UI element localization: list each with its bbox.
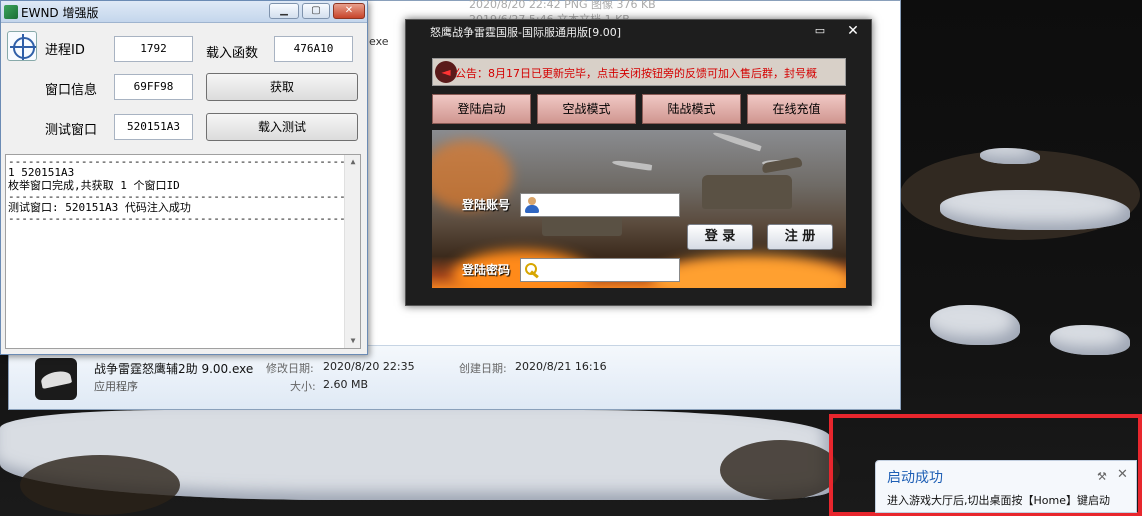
login-button[interactable]: 登 录 bbox=[687, 224, 753, 250]
created-value: 2020/8/21 16:16 bbox=[515, 360, 607, 373]
jet-shape bbox=[712, 130, 762, 152]
notice-text: 公告：8月17日已更新完毕，点击关闭按钮旁的反馈可加入售后群，封号概 bbox=[455, 67, 817, 80]
minimize-button[interactable]: ▁ bbox=[269, 3, 299, 19]
register-button[interactable]: 注 册 bbox=[767, 224, 833, 250]
log-separator: ----------------------------------------… bbox=[8, 214, 346, 223]
modified-label: 修改日期: bbox=[266, 362, 314, 375]
password-label: 登陆密码 bbox=[462, 263, 511, 277]
toast-close-icon[interactable]: ✕ bbox=[1117, 467, 1128, 482]
log-separator: ----------------------------------------… bbox=[8, 192, 346, 201]
file-row-fragment[interactable]: exe bbox=[369, 35, 389, 48]
toast-message: 进入游戏大厅后,切出桌面按【Home】键启动 bbox=[887, 494, 1110, 507]
user-icon bbox=[524, 197, 540, 213]
ewnd-title: EWND 增强版 bbox=[21, 6, 99, 20]
process-id-field[interactable]: 1792 bbox=[114, 36, 193, 62]
load-test-button[interactable]: 载入测试 bbox=[206, 113, 358, 141]
scroll-down-icon[interactable]: ▼ bbox=[345, 334, 360, 348]
crosshair-finder-icon[interactable] bbox=[7, 31, 37, 61]
window-info-label: 窗口信息 bbox=[45, 83, 98, 98]
ewnd-logo-icon bbox=[4, 5, 18, 19]
ice-floe bbox=[940, 190, 1130, 230]
log-scrollbar[interactable]: ▲ ▼ bbox=[344, 155, 360, 348]
notice-bar: ◄ 公告：8月17日已更新完毕，点击关闭按钮旁的反馈可加入售后群，封号概 bbox=[432, 58, 846, 86]
details-file-name: 战争雷霆怒鹰辅2助 9.00.exe bbox=[94, 362, 254, 376]
scroll-up-icon[interactable]: ▲ bbox=[345, 155, 360, 169]
ewnd-window: EWND 增强版 ▁ ▢ ✕ 进程ID 1792 载入函数 476A10 窗口信… bbox=[0, 0, 368, 355]
key-icon bbox=[524, 262, 540, 278]
jet-shape bbox=[611, 159, 653, 171]
feedback-chat-icon[interactable]: ▭ bbox=[810, 22, 830, 40]
toast-title: 启动成功 bbox=[887, 470, 943, 486]
eagle-app-icon bbox=[35, 358, 77, 400]
log-line: 枚举窗口完成,共获取 1 个窗口ID bbox=[8, 179, 180, 192]
load-func-label: 载入函数 bbox=[206, 46, 259, 61]
process-id-label: 进程ID bbox=[45, 43, 85, 58]
ice-floe bbox=[930, 305, 1020, 345]
megaphone-icon: ◄ bbox=[435, 61, 457, 83]
log-separator: ----------------------------------------… bbox=[8, 157, 346, 166]
ice-floe bbox=[980, 148, 1040, 164]
log-line: 测试窗口: 520151A3 代码注入成功 bbox=[8, 201, 191, 214]
created-label: 创建日期: bbox=[459, 362, 507, 375]
tank-shape bbox=[702, 175, 792, 209]
ground-mode-button[interactable]: 陆战模式 bbox=[642, 94, 741, 124]
tank-gun-shape bbox=[761, 156, 803, 174]
password-input[interactable] bbox=[520, 258, 680, 282]
maximize-button[interactable]: ▢ bbox=[302, 3, 330, 19]
size-value: 2.60 MB bbox=[323, 378, 369, 391]
rock-shape bbox=[20, 455, 180, 515]
details-file-type: 应用程序 bbox=[94, 380, 138, 393]
launcher-close-icon[interactable]: ✕ bbox=[843, 22, 863, 40]
close-button[interactable]: ✕ bbox=[333, 3, 365, 19]
launcher-title: 怒鹰战争雷霆国服-国际服通用版[9.00] bbox=[430, 26, 622, 39]
log-line: 1 520151A3 bbox=[8, 166, 75, 179]
login-start-button[interactable]: 登陆启动 bbox=[432, 94, 531, 124]
account-label: 登陆账号 bbox=[462, 198, 511, 212]
game-launcher-window: 怒鹰战争雷霆国服-国际服通用版[9.00] ▭ ✕ ◄ 公告：8月17日已更新完… bbox=[405, 19, 872, 306]
air-mode-button[interactable]: 空战模式 bbox=[537, 94, 636, 124]
explosion-shape bbox=[652, 255, 846, 288]
test-window-label: 测试窗口 bbox=[45, 123, 98, 138]
test-window-field[interactable]: 520151A3 bbox=[114, 114, 193, 140]
get-button[interactable]: 获取 bbox=[206, 73, 358, 101]
recharge-button[interactable]: 在线充值 bbox=[747, 94, 846, 124]
window-info-field[interactable]: 69FF98 bbox=[114, 74, 193, 100]
notification-toast[interactable]: 启动成功 ⚒ ✕ 进入游戏大厅后,切出桌面按【Home】键启动 bbox=[875, 460, 1137, 513]
ice-floe bbox=[1050, 325, 1130, 355]
rock-shape bbox=[720, 440, 840, 500]
log-textarea[interactable]: ----------------------------------------… bbox=[5, 154, 361, 349]
load-func-field[interactable]: 476A10 bbox=[274, 36, 353, 62]
battle-scene-image: 登陆账号 登陆密码 登 录 注 册 bbox=[432, 130, 846, 288]
size-label: 大小: bbox=[290, 380, 316, 393]
modified-value: 2020/8/20 22:35 bbox=[323, 360, 415, 373]
account-input[interactable] bbox=[520, 193, 680, 217]
wrench-icon[interactable]: ⚒ bbox=[1097, 470, 1107, 483]
ewnd-titlebar[interactable]: EWND 增强版 ▁ ▢ ✕ bbox=[1, 1, 367, 23]
